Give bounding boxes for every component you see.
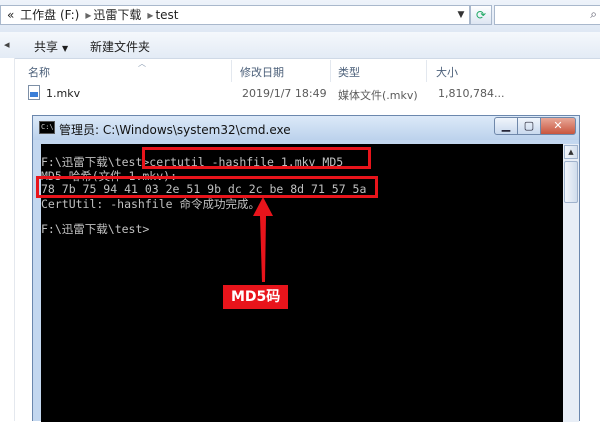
cmd-title-bar[interactable]: C:\ 管理员: C:\Windows\system32\cmd.exe ▁ ▢… [33,116,579,140]
address-dropdown-icon[interactable]: ▼ [453,6,469,24]
scrollbar-thumb[interactable] [564,161,578,203]
address-bar-row: « 工作盘 (F:) ▸ 迅雷下载 ▸ test ▼ ⟳ ⌕ [0,0,600,33]
maximize-button[interactable]: ▢ [517,117,541,135]
share-label: 共享 [34,40,59,54]
column-name[interactable]: 名称 [28,64,50,80]
breadcrumb-separator-icon[interactable]: ▸ [85,8,91,22]
refresh-icon[interactable]: ⟳ [470,5,492,25]
vertical-scrollbar[interactable]: ▲ [563,144,579,422]
column-divider[interactable] [426,60,427,82]
file-modified: 2019/1/7 18:49 [242,87,327,100]
chevron-down-icon: ▼ [62,44,69,53]
command-toolbar: ◂ 共享 ▼ 新建文件夹 [0,32,600,59]
table-row[interactable]: 1.mkv 2019/1/7 18:49 媒体文件(.mkv) 1,810,78… [18,84,600,102]
media-file-icon [28,85,40,100]
console-line-success: CertUtil: -hashfile 命令成功完成。 [41,197,260,211]
address-bar[interactable]: « 工作盘 (F:) ▸ 迅雷下载 ▸ test ▼ [0,5,470,25]
breadcrumb-chevron-icon[interactable]: « [7,8,14,22]
md5-annotation-label: MD5码 [223,285,289,309]
breadcrumb-drive[interactable]: 工作盘 (F:) [20,8,79,22]
cmd-window-title: 管理员: C:\Windows\system32\cmd.exe [59,123,291,137]
hash-highlight-box [36,176,378,198]
file-type: 媒体文件(.mkv) [338,89,418,102]
console-line-prompt: F:\迅雷下载\test> [41,222,150,236]
scroll-up-icon[interactable]: ▲ [564,145,578,159]
file-name: 1.mkv [46,87,81,100]
file-size: 1,810,784... [438,87,505,100]
share-button[interactable]: 共享 ▼ [34,38,68,55]
command-highlight-box [142,147,371,169]
column-headers: ︿ 名称 修改日期 类型 大小 [18,59,600,82]
breadcrumb-folder[interactable]: 迅雷下载 [93,8,141,22]
column-size[interactable]: 大小 [436,64,458,80]
search-input[interactable]: ⌕ [494,5,600,25]
back-arrow-icon[interactable]: ◂ [4,38,10,51]
column-modified[interactable]: 修改日期 [240,64,284,80]
breadcrumb-separator-icon[interactable]: ▸ [147,8,153,22]
new-folder-button[interactable]: 新建文件夹 [90,38,150,55]
sort-caret-icon: ︿ [138,59,146,68]
navigation-pane[interactable] [0,58,15,421]
column-divider[interactable] [330,60,331,82]
column-type[interactable]: 类型 [338,64,360,80]
column-divider[interactable] [231,60,232,82]
minimize-button[interactable]: ▁ [494,117,518,135]
search-icon: ⌕ [590,7,597,21]
breadcrumb-current[interactable]: test [155,8,178,22]
cmd-app-icon[interactable]: C:\ [39,121,55,134]
close-button[interactable]: ✕ [540,117,576,135]
